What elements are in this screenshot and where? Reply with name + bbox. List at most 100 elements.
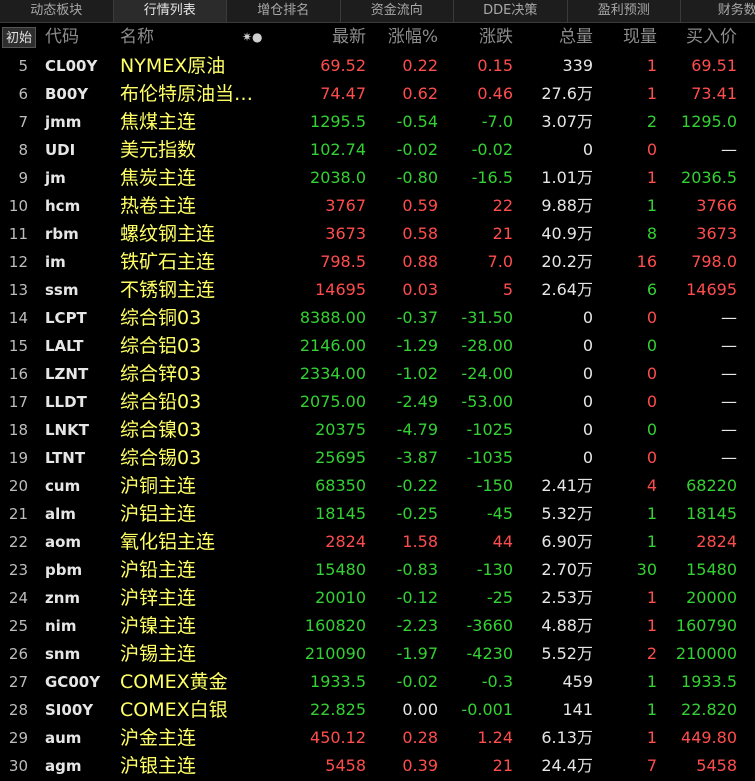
contract-code: B00Y <box>45 85 89 103</box>
header-current-volume[interactable]: 现量 <box>623 23 657 52</box>
bid-price: 14695 <box>686 280 737 299</box>
contract-name: 美元指数 <box>120 139 197 161</box>
last-price: 8388.00 <box>299 308 366 327</box>
contract-name: 沪锌主连 <box>120 587 197 609</box>
table-row[interactable]: 17 LLDT 综合铅03 2075.00 -2.49 -53.00 0 0 — <box>0 388 755 416</box>
last-price: 1295.5 <box>310 112 366 131</box>
bid-price: 69.51 <box>691 56 737 75</box>
table-row[interactable]: 6 B00Y 布伦特原油当… 74.47 0.62 0.46 27.6万 1 73.41 <box>0 80 755 108</box>
table-row[interactable]: 14 LCPT 综合铜03 8388.00 -0.37 -31.50 0 0 — <box>0 304 755 332</box>
header-last[interactable]: 最新 <box>332 23 366 52</box>
contract-code: hcm <box>45 197 81 215</box>
header-code[interactable]: 代码 <box>45 23 79 52</box>
table-row[interactable]: 11 rbm 螺纹钢主连 3673 0.58 21 40.9万 8 3673 <box>0 220 755 248</box>
total-volume: 5.52万 <box>541 644 593 663</box>
current-volume: 1 <box>646 588 657 607</box>
contract-code: nim <box>45 617 77 635</box>
current-volume: 30 <box>636 560 657 579</box>
change-value: -150 <box>476 476 513 495</box>
tab-position-ranking[interactable]: 增仓排名 <box>227 0 341 22</box>
total-volume: 0 <box>582 336 593 355</box>
table-row[interactable]: 20 cum 沪铜主连 68350 -0.22 -150 2.41万 4 68220 <box>0 472 755 500</box>
table-row[interactable]: 21 alm 沪铝主连 18145 -0.25 -45 5.32万 1 18145 <box>0 500 755 528</box>
row-index: 13 <box>8 281 28 299</box>
row-index: 28 <box>8 701 28 719</box>
table-row[interactable]: 7 jmm 焦煤主连 1295.5 -0.54 -7.0 3.07万 2 1295.0 <box>0 108 755 136</box>
contract-name: 铁矿石主连 <box>120 251 216 273</box>
tab-profit-forecast[interactable]: 盈利预测 <box>568 0 681 22</box>
header-bid[interactable]: 买入价 <box>686 23 737 52</box>
contract-name: 螺纹钢主连 <box>120 223 216 245</box>
change-percent: 0.62 <box>402 84 438 103</box>
change-value: 21 <box>492 756 513 775</box>
contract-code: agm <box>45 757 82 775</box>
change-percent: -1.02 <box>396 364 438 383</box>
tab-quote-list[interactable]: 行情列表 <box>113 0 227 22</box>
tab-dde[interactable]: DDE决策 <box>454 0 568 22</box>
table-row[interactable]: 10 hcm 热卷主连 3767 0.59 22 9.88万 1 3766 <box>0 192 755 220</box>
bid-price: 5458 <box>696 756 737 775</box>
table-row[interactable]: 27 GC00Y COMEX黄金 1933.5 -0.02 -0.3 459 1 1933.5 <box>0 668 755 696</box>
reset-sort-button[interactable]: 初始 <box>2 27 36 48</box>
table-row[interactable]: 13 ssm 不锈钢主连 14695 0.03 5 2.64万 6 14695 <box>0 276 755 304</box>
table-row[interactable]: 24 znm 沪锌主连 20010 -0.12 -25 2.53万 1 20000 <box>0 584 755 612</box>
table-row[interactable]: 5 CL00Y NYMEX原油 69.52 0.22 0.15 339 1 69.51 <box>0 52 755 80</box>
header-volume[interactable]: 总量 <box>559 23 593 52</box>
bid-price: — <box>721 392 737 411</box>
contract-name: NYMEX原油 <box>120 55 226 77</box>
contract-name: 综合镍03 <box>120 419 202 441</box>
table-row[interactable]: 26 snm 沪锡主连 210090 -1.97 -4230 5.52万 2 210000 <box>0 640 755 668</box>
bid-price: 22.820 <box>681 700 737 719</box>
table-row[interactable]: 29 aum 沪金主连 450.12 0.28 1.24 6.13万 1 449.80 <box>0 724 755 752</box>
table-row[interactable]: 23 pbm 沪铅主连 15480 -0.83 -130 2.70万 30 15480 <box>0 556 755 584</box>
contract-code: cum <box>45 477 81 495</box>
row-index: 29 <box>8 729 28 747</box>
table-row[interactable]: 16 LZNT 综合锌03 2334.00 -1.02 -24.00 0 0 — <box>0 360 755 388</box>
bid-price: 3766 <box>696 196 737 215</box>
contract-code: jmm <box>45 113 82 131</box>
table-row[interactable]: 9 jm 焦炭主连 2038.0 -0.80 -16.5 1.01万 1 2036.5 <box>0 164 755 192</box>
contract-name: 沪铝主连 <box>120 503 197 525</box>
header-chg[interactable]: 涨跌 <box>479 23 513 52</box>
table-row[interactable]: 28 SI00Y COMEX白银 22.825 0.00 -0.001 141 1 22.820 <box>0 696 755 724</box>
table-row[interactable]: 8 UDI 美元指数 102.74 -0.02 -0.02 0 0 — <box>0 136 755 164</box>
total-volume: 9.88万 <box>541 196 593 215</box>
tab-financial[interactable]: 财务数 <box>681 0 755 22</box>
total-volume: 20.2万 <box>541 252 593 271</box>
table-row[interactable]: 22 aom 氧化铝主连 2824 1.58 44 6.90万 1 2824 <box>0 528 755 556</box>
change-value: -25 <box>486 588 513 607</box>
contract-name: 沪铜主连 <box>120 475 197 497</box>
row-index: 10 <box>8 197 28 215</box>
table-row[interactable]: 15 LALT 综合铝03 2146.00 -1.29 -28.00 0 0 — <box>0 332 755 360</box>
last-price: 1933.5 <box>310 672 366 691</box>
bid-price: 1295.0 <box>681 112 737 131</box>
table-row[interactable]: 12 im 铁矿石主连 798.5 0.88 7.0 20.2万 16 798.0 <box>0 248 755 276</box>
current-volume: 1 <box>646 84 657 103</box>
change-percent: -3.87 <box>396 448 438 467</box>
contract-code: alm <box>45 505 76 523</box>
last-price: 2146.00 <box>299 336 366 355</box>
table-row[interactable]: 30 agm 沪银主连 5458 0.39 21 24.4万 7 5458 <box>0 752 755 780</box>
change-value: 5 <box>502 280 513 299</box>
contract-name: 综合铝03 <box>120 335 202 357</box>
bid-price: — <box>721 140 737 159</box>
table-row[interactable]: 25 nim 沪镍主连 160820 -2.23 -3660 4.88万 1 160790 <box>0 612 755 640</box>
header-pct[interactable]: 涨幅% <box>388 23 438 52</box>
current-volume: 1 <box>646 728 657 747</box>
contract-name: 综合锡03 <box>120 447 202 469</box>
last-price: 18145 <box>315 504 366 523</box>
tab-fund-flow[interactable]: 资金流向 <box>341 0 454 22</box>
tab-sector[interactable]: 动态板块 <box>0 0 114 22</box>
header-name[interactable]: 名称 <box>120 23 154 52</box>
bid-price: 798.0 <box>691 252 737 271</box>
total-volume: 0 <box>582 364 593 383</box>
change-percent: 0.22 <box>402 56 438 75</box>
change-value: -1035 <box>466 448 514 467</box>
bid-price: — <box>721 448 737 467</box>
total-volume: 0 <box>582 308 593 327</box>
table-row[interactable]: 19 LTNT 综合锡03 25695 -3.87 -1035 0 0 — <box>0 444 755 472</box>
table-row[interactable]: 18 LNKT 综合镍03 20375 -4.79 -1025 0 0 — <box>0 416 755 444</box>
settings-dot-icon[interactable]: ✷● <box>242 23 263 52</box>
last-price: 69.52 <box>320 56 366 75</box>
column-header: 初始 代码 名称 ✷● 最新 涨幅% 涨跌 总量 现量 买入价 <box>0 23 755 52</box>
